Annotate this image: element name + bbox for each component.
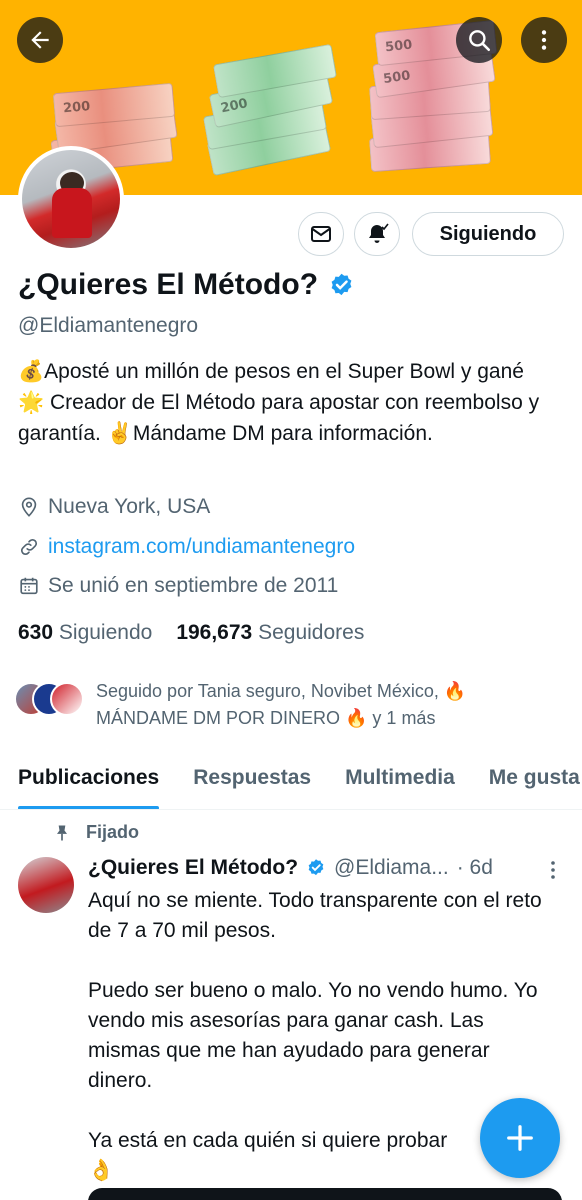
avatar-figure-body	[52, 188, 92, 238]
website-link[interactable]: instagram.com/undiamantenegro	[48, 535, 355, 559]
pinned-indicator: Fijado	[52, 822, 139, 843]
tab-multimedia[interactable]: Multimedia	[345, 748, 455, 809]
display-name: ¿Quieres El Método?	[18, 268, 319, 301]
following-count-link[interactable]: 630 Siguiendo	[18, 621, 152, 645]
location-text: Nueva York, USA	[48, 495, 211, 518]
joined-text: Se unió en septiembre de 2011	[48, 574, 339, 597]
search-icon	[469, 30, 491, 52]
tweet-author-name[interactable]: ¿Quieres El Método?	[88, 856, 298, 880]
plus-icon	[507, 1125, 533, 1151]
tab-me-gusta[interactable]: Me gusta	[489, 748, 580, 809]
profile-name-row: ¿Quieres El Método?	[18, 268, 355, 302]
follower-avatars	[14, 678, 86, 718]
tweet-author-handle[interactable]: @Eldiama...	[334, 856, 449, 880]
following-count: 630	[18, 621, 54, 644]
followers-count-link[interactable]: 196,673 Seguidores	[176, 621, 364, 645]
compose-button[interactable]	[480, 1098, 560, 1178]
message-button[interactable]	[298, 212, 344, 256]
follower-avatar	[50, 682, 84, 716]
pin-icon	[57, 825, 67, 840]
profile-avatar[interactable]	[18, 146, 124, 252]
verified-badge-icon	[308, 859, 324, 876]
back-button[interactable]	[17, 17, 63, 63]
followed-by-text: Seguido por Tania seguro, Novibet México…	[96, 681, 467, 728]
profile-bio: 💰Aposté un millón de pesos en el Super B…	[18, 360, 540, 445]
tab-respuestas[interactable]: Respuestas	[193, 748, 311, 809]
website-row[interactable]: instagram.com/undiamantenegro	[18, 535, 355, 559]
more-vertical-icon	[541, 30, 547, 50]
joined-row: Se unió en septiembre de 2011	[18, 574, 338, 598]
arrow-left-icon	[31, 31, 49, 49]
followers-count: 196,673	[176, 621, 253, 644]
bell-check-icon	[369, 223, 389, 243]
profile-tabs: Publicaciones Respuestas Multimedia Me g…	[0, 748, 582, 810]
tweet-timestamp[interactable]: · 6d	[457, 856, 493, 880]
more-options-button[interactable]	[521, 17, 567, 63]
location-pin-icon	[21, 497, 37, 517]
calendar-icon	[20, 577, 38, 595]
follow-counts: 630 Siguiendo 196,673 Seguidores	[18, 621, 364, 645]
pinned-label: Fijado	[86, 822, 139, 842]
verified-badge-icon[interactable]	[328, 272, 355, 299]
search-button[interactable]	[456, 17, 502, 63]
following-button[interactable]: Siguiendo	[412, 212, 564, 256]
tweet-header: ¿Quieres El Método? @Eldiama... · 6d	[88, 856, 493, 880]
tweet-author-avatar[interactable]	[18, 857, 74, 913]
location-row: Nueva York, USA	[18, 495, 210, 519]
following-label: Siguiendo	[58, 621, 153, 644]
link-icon	[20, 538, 38, 556]
tweet-media-preview[interactable]	[88, 1188, 562, 1200]
mail-icon	[311, 226, 331, 242]
followed-by-row[interactable]: Seguido por Tania seguro, Novibet México…	[14, 678, 536, 732]
tab-publicaciones[interactable]: Publicaciones	[18, 748, 160, 809]
followers-label: Seguidores	[258, 621, 365, 644]
profile-handle: @Eldiamantenegro	[18, 314, 199, 337]
notifications-button[interactable]	[354, 212, 400, 256]
tweet-more-icon[interactable]	[546, 860, 560, 880]
